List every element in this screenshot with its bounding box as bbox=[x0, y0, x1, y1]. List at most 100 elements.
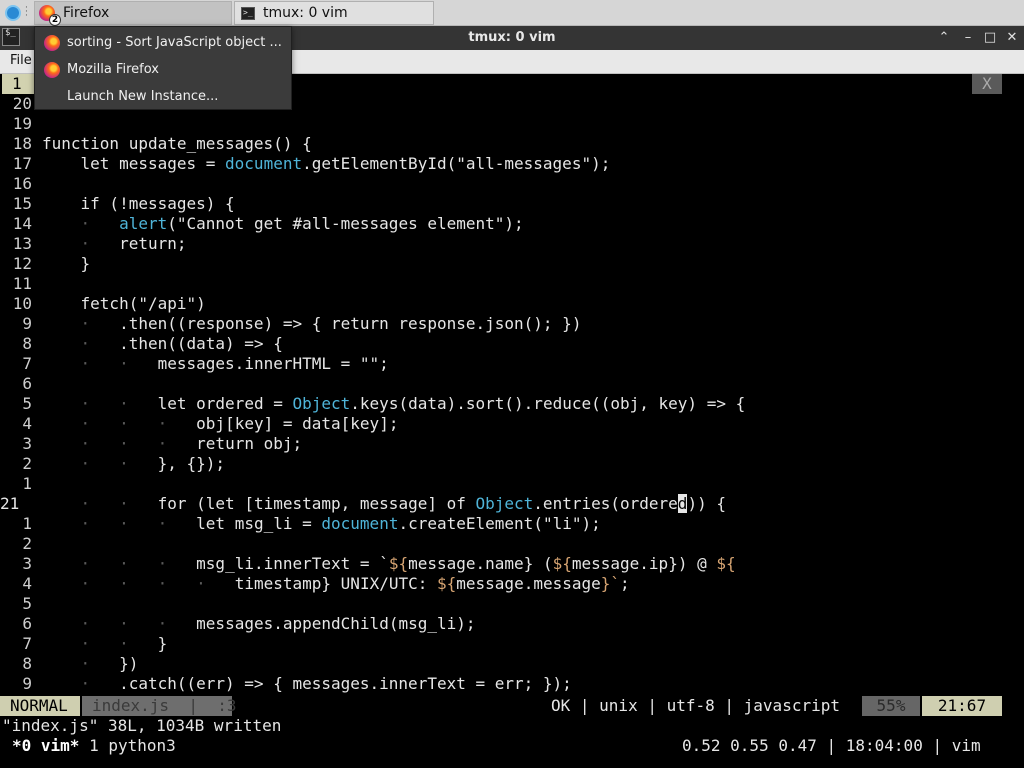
line-number: 1 bbox=[22, 474, 32, 493]
window-list-item[interactable]: Mozilla Firefox bbox=[35, 56, 291, 83]
tmux-status-right: 0.52 0.55 0.47 | 18:04:00 | vim bbox=[682, 736, 981, 755]
code-line[interactable]: 1 · · · let msg_li = document.createElem… bbox=[0, 514, 1024, 534]
line-number: 17 bbox=[12, 154, 32, 173]
code-line[interactable]: 3 · · · msg_li.innerText = `${message.na… bbox=[0, 554, 1024, 574]
tmux-window-active[interactable]: *0 vim* bbox=[12, 736, 79, 755]
code-text: · · · msg_li.innerText = `${message.name… bbox=[80, 554, 736, 573]
code-text: · · · return obj; bbox=[80, 434, 303, 453]
vim-tab[interactable]: 1 bbox=[2, 74, 34, 94]
firefox-icon bbox=[44, 35, 60, 51]
line-number: 16 bbox=[12, 174, 32, 193]
code-line[interactable]: 8 · }) bbox=[0, 654, 1024, 674]
taskbar: · · · 2 Firefox >_ tmux: 0 vim bbox=[0, 0, 1024, 26]
code-line[interactable]: 8 · .then((data) => { bbox=[0, 334, 1024, 354]
code-line[interactable]: 7 · · messages.innerHTML = ""; bbox=[0, 354, 1024, 374]
line-number: 18 bbox=[12, 134, 32, 153]
code-line[interactable]: 6 bbox=[0, 374, 1024, 394]
code-line[interactable]: 17 let messages = document.getElementByI… bbox=[0, 154, 1024, 174]
code-line[interactable]: 3 · · · return obj; bbox=[0, 434, 1024, 454]
vim-statusline: NORMAL index.js | :3 OK | unix | utf-8 |… bbox=[0, 696, 1024, 716]
line-number: 11 bbox=[12, 274, 32, 293]
app-menu-icon[interactable] bbox=[5, 5, 21, 21]
line-number: 7 bbox=[22, 634, 32, 653]
code-line[interactable]: 9 · .then((response) => { return respons… bbox=[0, 314, 1024, 334]
code-text: · · · obj[key] = data[key]; bbox=[80, 414, 399, 433]
line-number: 1 bbox=[22, 514, 32, 533]
code-text: · · messages.innerHTML = ""; bbox=[80, 354, 389, 373]
launch-new-instance[interactable]: Launch New Instance... bbox=[35, 83, 291, 110]
line-number: 15 bbox=[12, 194, 32, 213]
code-line[interactable]: 2 · · }, {}); bbox=[0, 454, 1024, 474]
vim-mode: NORMAL bbox=[0, 696, 80, 716]
firefox-icon bbox=[44, 62, 60, 78]
vim-message-line: "index.js" 38L, 1034B written bbox=[2, 716, 282, 735]
line-number: 6 bbox=[22, 374, 32, 393]
line-number: 2 bbox=[22, 534, 32, 553]
code-text: · · for (let [timestamp, message] of Obj… bbox=[80, 494, 726, 513]
line-number: 20 bbox=[12, 94, 32, 113]
code-text: · · · · timestamp} UNIX/UTC: ${message.m… bbox=[80, 574, 630, 593]
menu-file[interactable]: File bbox=[10, 53, 32, 68]
code-text: function update_messages() { bbox=[42, 134, 312, 153]
code-line[interactable]: 12 } bbox=[0, 254, 1024, 274]
code-text: let messages = document.getElementById("… bbox=[42, 154, 611, 173]
code-text: · }) bbox=[80, 654, 139, 673]
line-number: 13 bbox=[12, 234, 32, 253]
task-firefox[interactable]: 2 Firefox bbox=[34, 1, 232, 26]
code-line[interactable]: 19 bbox=[0, 114, 1024, 134]
line-number: 8 bbox=[22, 334, 32, 353]
window-list-item[interactable]: sorting - Sort JavaScript object ... bbox=[35, 29, 291, 56]
close-button[interactable]: ✕ bbox=[1003, 29, 1021, 47]
line-number: 10 bbox=[12, 294, 32, 313]
maximize-button[interactable]: □ bbox=[981, 29, 999, 47]
code-line[interactable]: 9 · .catch((err) => { messages.innerText… bbox=[0, 674, 1024, 694]
code-line[interactable]: 7 · · } bbox=[0, 634, 1024, 654]
code-text: } bbox=[42, 254, 91, 273]
vim-file-info: OK | unix | utf-8 | javascript bbox=[551, 696, 840, 715]
code-line[interactable]: 15 if (!messages) { bbox=[0, 194, 1024, 214]
vim-filename: index.js | :3 bbox=[82, 696, 237, 716]
terminal-area[interactable]: 1 X 20 19 18 function update_messages() {17… bbox=[0, 74, 1024, 768]
window-list-item-label: sorting - Sort JavaScript object ... bbox=[67, 35, 282, 50]
minimize-button[interactable]: – bbox=[959, 29, 977, 47]
line-number: 5 bbox=[22, 594, 32, 613]
code-line[interactable]: 16 bbox=[0, 174, 1024, 194]
code-line[interactable]: 10 fetch("/api") bbox=[0, 294, 1024, 314]
code-text: · · · let msg_li = document.createElemen… bbox=[80, 514, 601, 533]
code-line[interactable]: 14 · alert("Cannot get #all-messages ele… bbox=[0, 214, 1024, 234]
terminal-icon: >_ bbox=[241, 7, 255, 20]
code-line[interactable]: 4 · · · · timestamp} UNIX/UTC: ${message… bbox=[0, 574, 1024, 594]
code-line[interactable]: 11 bbox=[0, 274, 1024, 294]
line-number: 8 bbox=[22, 654, 32, 673]
tmux-window-list: *0 vim* 1 python3 bbox=[12, 736, 176, 756]
code-line[interactable]: 4 · · · obj[key] = data[key]; bbox=[0, 414, 1024, 434]
code-line[interactable]: 18 function update_messages() { bbox=[0, 134, 1024, 154]
line-number: 12 bbox=[12, 254, 32, 273]
code-text: · · } bbox=[80, 634, 168, 653]
task-tmux-label: tmux: 0 vim bbox=[263, 5, 348, 21]
window-list-item-label: Mozilla Firefox bbox=[67, 62, 159, 77]
code-line[interactable]: 21 · · for (let [timestamp, message] of … bbox=[0, 494, 1024, 514]
line-number: 19 bbox=[12, 114, 32, 133]
code-line[interactable]: 5 bbox=[0, 594, 1024, 614]
code-text: · · let ordered = Object.keys(data).sort… bbox=[80, 394, 746, 413]
shade-button[interactable]: ⌃ bbox=[935, 29, 953, 47]
tmux-window-other[interactable]: 1 python3 bbox=[79, 736, 176, 755]
vim-tab-close-button[interactable]: X bbox=[972, 74, 1002, 94]
vim-cursor-position: 21:67 bbox=[922, 696, 1002, 716]
code-text: · .then((data) => { bbox=[80, 334, 283, 353]
launch-new-instance-label: Launch New Instance... bbox=[67, 89, 219, 104]
code-line[interactable]: 2 bbox=[0, 534, 1024, 554]
code-line[interactable]: 13 · return; bbox=[0, 234, 1024, 254]
code-line[interactable]: 5 · · let ordered = Object.keys(data).so… bbox=[0, 394, 1024, 414]
code-text: · · · messages.appendChild(msg_li); bbox=[80, 614, 476, 633]
code-text: · · }, {}); bbox=[80, 454, 226, 473]
task-tmux[interactable]: >_ tmux: 0 vim bbox=[234, 1, 434, 25]
code-line[interactable]: 1 bbox=[0, 474, 1024, 494]
vim-percent: 55% bbox=[862, 696, 920, 716]
line-number: 4 bbox=[22, 574, 32, 593]
handle-icon: · · · bbox=[25, 3, 28, 21]
text-cursor: d bbox=[677, 494, 688, 513]
code-line[interactable]: 6 · · · messages.appendChild(msg_li); bbox=[0, 614, 1024, 634]
firefox-window-list: sorting - Sort JavaScript object ... Moz… bbox=[34, 26, 292, 110]
